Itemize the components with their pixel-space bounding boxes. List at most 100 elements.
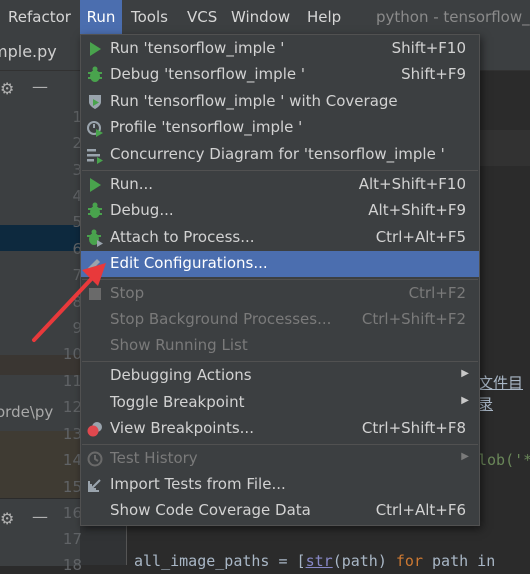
code-token: all_image_paths = [ — [134, 552, 306, 570]
menu-item-label: Edit Configurations... — [110, 254, 268, 272]
menu-item-attach-to-process[interactable]: Attach to Process... Ctrl+Alt+F5 — [81, 225, 479, 251]
code-fragment: lob('* — [478, 451, 530, 469]
menu-separator — [82, 361, 478, 362]
menu-item-label: Stop — [110, 284, 145, 302]
code-keyword: for — [395, 552, 423, 570]
menu-item-run-config[interactable]: Run 'tensorflow_imple ' Shift+F10 — [81, 36, 479, 62]
code-token: (path) — [332, 552, 396, 570]
submenu-arrow-icon: ▶ — [461, 395, 469, 406]
window-title: python - tensorflow_i — [376, 8, 530, 26]
menu-item-label: Stop Background Processes... — [110, 310, 332, 328]
menu-refactor[interactable]: Refactor — [8, 0, 71, 34]
menu-item-shortcut: Shift+F9 — [401, 65, 466, 83]
menu-item-label: Run... — [110, 175, 154, 193]
attach-process-icon — [87, 229, 103, 247]
menu-item-stop-background-processes[interactable]: Stop Background Processes... Ctrl+Shift+… — [81, 307, 479, 333]
line-number: 14 — [62, 451, 82, 469]
menu-item-test-history[interactable]: Test History ▶ — [81, 446, 479, 472]
submenu-arrow-icon: ▶ — [461, 451, 469, 462]
menu-item-label: Profile 'tensorflow_imple ' — [110, 118, 303, 136]
menu-separator — [82, 170, 478, 171]
breakpoints-icon — [87, 422, 102, 437]
line-number: 6 — [72, 240, 82, 258]
menu-item-label: Show Running List — [110, 336, 248, 354]
debug-bug-icon — [88, 202, 102, 218]
line-number: 4 — [72, 187, 82, 205]
debug-bug-icon — [88, 66, 102, 82]
menu-item-show-code-coverage[interactable]: Show Code Coverage Data Ctrl+Alt+F6 — [81, 498, 479, 524]
concurrency-diagram-icon — [87, 149, 103, 164]
menu-run[interactable]: Run — [80, 0, 122, 34]
history-clock-icon — [87, 451, 103, 467]
menu-item-run-any[interactable]: Run... Alt+Shift+F10 — [81, 172, 479, 198]
menu-help[interactable]: Help — [307, 0, 341, 34]
line-number: 13 — [62, 425, 82, 443]
menu-item-profile[interactable]: Profile 'tensorflow_imple ' — [81, 115, 479, 141]
minimize-icon[interactable]: — — [32, 507, 48, 526]
menu-separator — [82, 279, 478, 280]
menu-item-debug-config[interactable]: Debug 'tensorflow_imple ' Shift+F9 — [81, 62, 479, 88]
run-icon — [90, 42, 101, 56]
line-number: 11 — [62, 372, 82, 390]
line-number: 12 — [62, 398, 82, 416]
run-icon — [90, 178, 101, 192]
menu-item-shortcut: Alt+Shift+F9 — [368, 201, 466, 219]
menu-item-label: Debug 'tensorflow_imple ' — [110, 65, 305, 83]
editor-file-tab[interactable]: mple.py — [0, 34, 80, 70]
line-number: 16 — [62, 504, 82, 522]
submenu-arrow-icon: ▶ — [461, 368, 469, 379]
run-menu-dropdown: Run 'tensorflow_imple ' Shift+F10 Debug … — [80, 34, 480, 526]
menu-tools[interactable]: Tools — [131, 0, 168, 34]
line-number: 3 — [72, 161, 82, 179]
menu-item-label: Run 'tensorflow_imple ' with Coverage — [110, 92, 398, 110]
line-number: 15 — [62, 478, 82, 496]
menu-item-label: View Breakpoints... — [110, 419, 254, 437]
line-number: 1 — [72, 108, 82, 126]
import-icon — [88, 479, 101, 492]
menu-item-shortcut: Ctrl+Shift+F2 — [361, 310, 466, 328]
menu-item-label: Concurrency Diagram for 'tensorflow_impl… — [110, 145, 445, 163]
menu-item-view-breakpoints[interactable]: View Breakpoints... Ctrl+Shift+F8 — [81, 416, 479, 442]
menu-item-label: Show Code Coverage Data — [110, 501, 311, 519]
menu-item-stop[interactable]: Stop Ctrl+F2 — [81, 281, 479, 307]
stop-icon — [89, 288, 101, 300]
menu-bar: Refactor Run Tools VCS Window Help pytho… — [0, 0, 530, 34]
menu-separator — [82, 444, 478, 445]
gear-icon[interactable]: ⚙ — [0, 79, 14, 98]
line-number: 18 — [62, 556, 82, 574]
profile-clock-icon — [87, 121, 103, 137]
menu-item-shortcut: Ctrl+Shift+F8 — [361, 419, 466, 437]
menu-item-show-running-list[interactable]: Show Running List — [81, 333, 479, 359]
menu-item-edit-configurations[interactable]: Edit Configurations... — [81, 251, 479, 277]
minimize-icon[interactable]: — — [32, 77, 48, 96]
menu-item-concurrency-diagram[interactable]: Concurrency Diagram for 'tensorflow_impl… — [81, 142, 479, 168]
code-fragment: 文件目录 — [478, 374, 524, 413]
line-number: 2 — [72, 134, 82, 152]
menu-item-label: Run 'tensorflow_imple ' — [110, 39, 285, 57]
file-tab-label: mple.py — [0, 42, 57, 61]
menu-item-shortcut: Shift+F10 — [391, 39, 466, 57]
tree-file-label[interactable]: orde\py — [0, 403, 53, 421]
menu-item-toggle-breakpoint[interactable]: Toggle Breakpoint ▶ — [81, 390, 479, 416]
menu-item-debugging-actions[interactable]: Debugging Actions ▶ — [81, 363, 479, 389]
line-number: 10 — [62, 345, 82, 363]
menu-item-label: Attach to Process... — [110, 228, 255, 246]
menu-item-label: Toggle Breakpoint — [110, 393, 245, 411]
menu-item-shortcut: Ctrl+F2 — [408, 284, 466, 302]
edit-configurations-icon — [88, 259, 100, 271]
line-number: 9 — [72, 319, 82, 337]
code-builtin: str — [305, 552, 333, 570]
line-number: 17 — [62, 530, 82, 548]
menu-item-import-tests[interactable]: Import Tests from File... — [81, 472, 479, 498]
menu-window[interactable]: Window — [231, 0, 290, 34]
menu-item-shortcut: Alt+Shift+F10 — [358, 175, 466, 193]
line-number: 7 — [72, 266, 82, 284]
menu-item-run-with-coverage[interactable]: Run 'tensorflow_imple ' with Coverage — [81, 89, 479, 115]
menu-vcs[interactable]: VCS — [187, 0, 217, 34]
menu-item-label: Debugging Actions — [110, 366, 252, 384]
menu-item-shortcut: Ctrl+Alt+F6 — [375, 501, 466, 519]
menu-item-debug-any[interactable]: Debug... Alt+Shift+F9 — [81, 198, 479, 224]
code-token: path in — [423, 552, 496, 570]
menu-item-label: Debug... — [110, 201, 174, 219]
gear-icon[interactable]: ⚙ — [0, 509, 14, 528]
